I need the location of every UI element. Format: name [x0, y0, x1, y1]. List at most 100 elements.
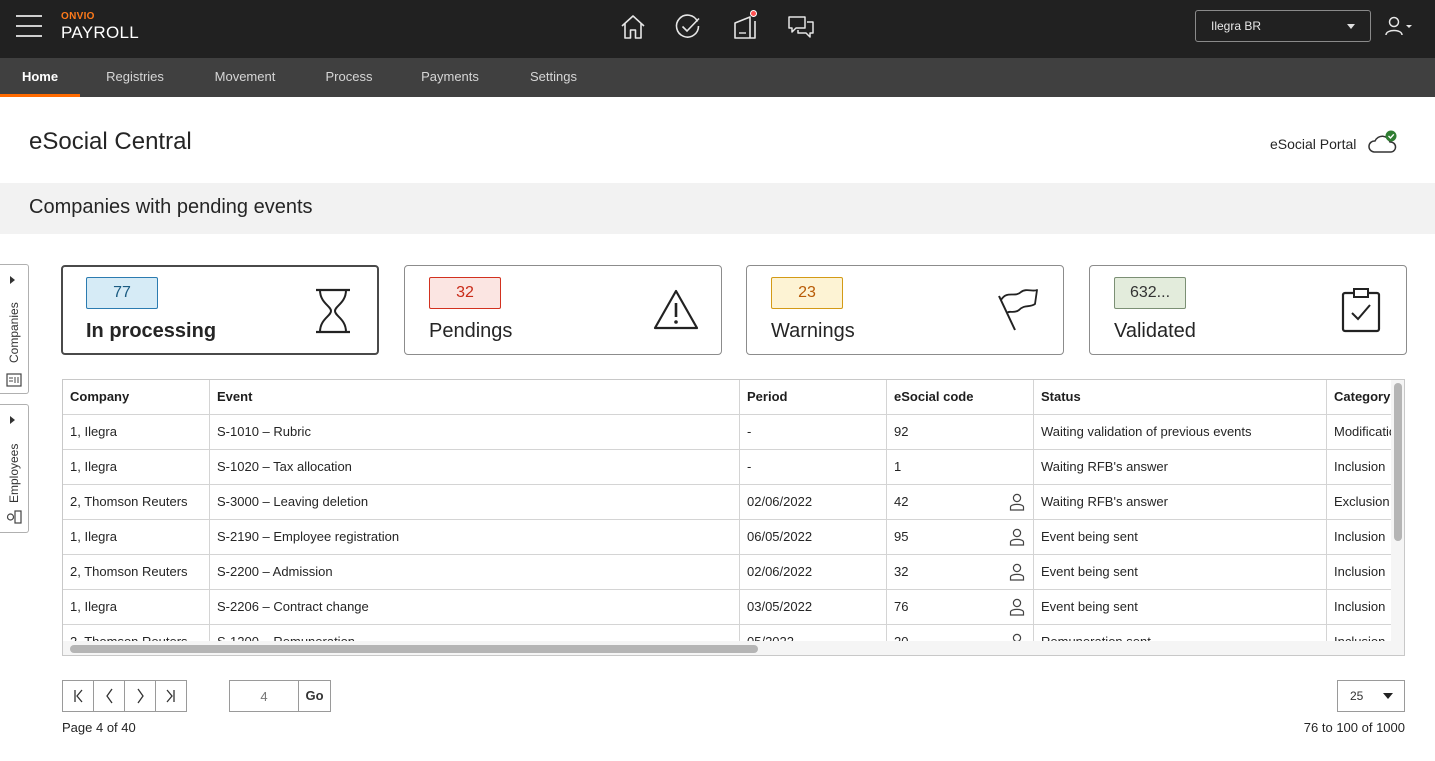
employee-card-icon — [6, 510, 22, 524]
first-page-button[interactable] — [63, 681, 94, 711]
column-header-status[interactable]: Status — [1034, 380, 1327, 415]
employee-icon[interactable] — [1009, 563, 1025, 581]
cell-status: Waiting RFB's answer — [1034, 450, 1327, 485]
company-selector[interactable]: Ilegra BR — [1195, 10, 1371, 42]
pagination-controls — [62, 680, 187, 712]
cell-event: S-2190 – Employee registration — [210, 520, 740, 555]
page-size-value: 25 — [1350, 689, 1364, 703]
side-tab-employees[interactable]: Employees — [0, 404, 29, 533]
column-header-company[interactable]: Company — [63, 380, 210, 415]
employee-icon[interactable] — [1009, 528, 1025, 546]
company-card-icon — [6, 373, 22, 387]
side-tab-employees-label: Employees — [7, 443, 21, 503]
cell-esocial-code: 92 — [887, 415, 1034, 450]
employee-icon[interactable] — [1009, 493, 1025, 511]
scrollbar-thumb[interactable] — [1394, 383, 1402, 541]
count-badge: 77 — [86, 277, 158, 309]
vertical-scrollbar[interactable] — [1391, 380, 1404, 641]
top-bar: ONVIO PAYROLL Ilegra BR — [0, 0, 1435, 58]
flag-icon — [998, 289, 1038, 331]
cell-company: 1, Ilegra — [63, 520, 210, 555]
notification-dot — [750, 10, 757, 17]
card-validated[interactable]: 632... Validated — [1089, 265, 1407, 355]
table-row[interactable]: 2, Thomson Reuters S-2200 – Admission 02/0… — [63, 555, 1404, 590]
cell-event: S-3000 – Leaving deletion — [210, 485, 740, 520]
chevron-left-icon — [106, 688, 113, 704]
tasks-check-icon[interactable] — [673, 12, 703, 42]
cell-event: S-1010 – Rubric — [210, 415, 740, 450]
table-row[interactable]: 1, Ilegra S-1010 – Rubric -92 Waiting valid… — [63, 415, 1404, 450]
count-badge: 32 — [429, 277, 501, 309]
cell-status: Event being sent — [1034, 555, 1327, 590]
card-label: Pendings — [429, 320, 513, 342]
column-header-esocial-code[interactable]: eSocial code — [887, 380, 1034, 415]
hourglass-icon — [316, 288, 350, 334]
cell-company: 2, Thomson Reuters — [63, 485, 210, 520]
app-logo[interactable]: ONVIO PAYROLL — [61, 11, 139, 43]
table-row[interactable]: 1, Ilegra S-2190 – Employee registration 0… — [63, 520, 1404, 555]
card-label: Warnings — [771, 320, 855, 342]
count-badge: 23 — [771, 277, 843, 309]
messages-icon[interactable] — [786, 12, 816, 42]
tab-process[interactable]: Process — [318, 58, 380, 97]
cell-company: 1, Ilegra — [63, 450, 210, 485]
brand-onvio: ONVIO — [61, 11, 95, 22]
home-icon[interactable] — [618, 12, 648, 42]
table-row[interactable]: 1, Ilegra S-2206 – Contract change 03/05/2… — [63, 590, 1404, 625]
cell-esocial-code: 1 — [887, 450, 1034, 485]
clipboard-check-icon — [1341, 288, 1381, 333]
cell-period: 02/06/2022 — [740, 485, 887, 520]
table-row[interactable]: 1, Ilegra S-1020 – Tax allocation -1 Waitin… — [63, 450, 1404, 485]
column-header-event[interactable]: Event — [210, 380, 740, 415]
page-title: eSocial Central — [29, 128, 192, 155]
warning-icon — [653, 289, 699, 330]
section-header: Companies with pending events — [0, 183, 1435, 234]
card-in-processing[interactable]: 77 In processing — [61, 265, 379, 355]
caret-down-icon — [1383, 693, 1393, 699]
main-nav: Home Registries Movement Process Payment… — [0, 58, 1435, 97]
horizontal-scrollbar[interactable] — [63, 641, 1404, 655]
go-button[interactable]: Go — [298, 680, 331, 712]
column-header-period[interactable]: Period — [740, 380, 887, 415]
page-size-select[interactable]: 25 — [1337, 680, 1405, 712]
table-header: Company Event Period eSocial code Status… — [63, 380, 1404, 415]
tab-registries[interactable]: Registries — [96, 58, 174, 97]
last-page-button[interactable] — [156, 681, 186, 711]
documents-icon[interactable] — [730, 10, 760, 42]
side-tab-companies-label: Companies — [7, 302, 21, 363]
tab-home[interactable]: Home — [0, 58, 80, 97]
card-warnings[interactable]: 23 Warnings — [746, 265, 1064, 355]
page-info: Page 4 of 40 — [62, 720, 136, 735]
cell-period: - — [740, 450, 887, 485]
tab-payments[interactable]: Payments — [412, 58, 488, 97]
cell-company: 1, Ilegra — [63, 415, 210, 450]
user-icon — [1385, 16, 1412, 36]
cell-status: Waiting validation of previous events — [1034, 415, 1327, 450]
user-menu[interactable] — [1384, 15, 1416, 39]
cell-event: S-1020 – Tax allocation — [210, 450, 740, 485]
cell-period: 03/05/2022 — [740, 590, 887, 625]
cell-period: 02/06/2022 — [740, 555, 887, 590]
brand-payroll: PAYROLL — [61, 23, 140, 42]
cell-company: 2, Thomson Reuters — [63, 555, 210, 590]
table-row[interactable]: 2, Thomson Reuters S-3000 – Leaving delet… — [63, 485, 1404, 520]
count-badge: 632... — [1114, 277, 1186, 309]
card-pendings[interactable]: 32 Pendings — [404, 265, 722, 355]
section-title: Companies with pending events — [29, 196, 313, 218]
cell-period: 06/05/2022 — [740, 520, 887, 555]
tab-movement[interactable]: Movement — [205, 58, 285, 97]
side-tab-companies[interactable]: Companies — [0, 264, 29, 394]
company-selector-value: Ilegra BR — [1211, 19, 1262, 33]
tab-settings[interactable]: Settings — [520, 58, 587, 97]
scrollbar-thumb[interactable] — [70, 645, 758, 653]
hamburger-menu-icon[interactable] — [16, 14, 42, 38]
cell-company: 1, Ilegra — [63, 590, 210, 625]
cell-status: Waiting RFB's answer — [1034, 485, 1327, 520]
next-page-button[interactable] — [125, 681, 156, 711]
employee-icon[interactable] — [1009, 598, 1025, 616]
chevron-right-icon — [137, 688, 144, 704]
card-label: In processing — [86, 320, 217, 342]
chevron-down-icon — [1347, 24, 1355, 29]
page-number-input[interactable] — [229, 680, 299, 712]
previous-page-button[interactable] — [94, 681, 125, 711]
